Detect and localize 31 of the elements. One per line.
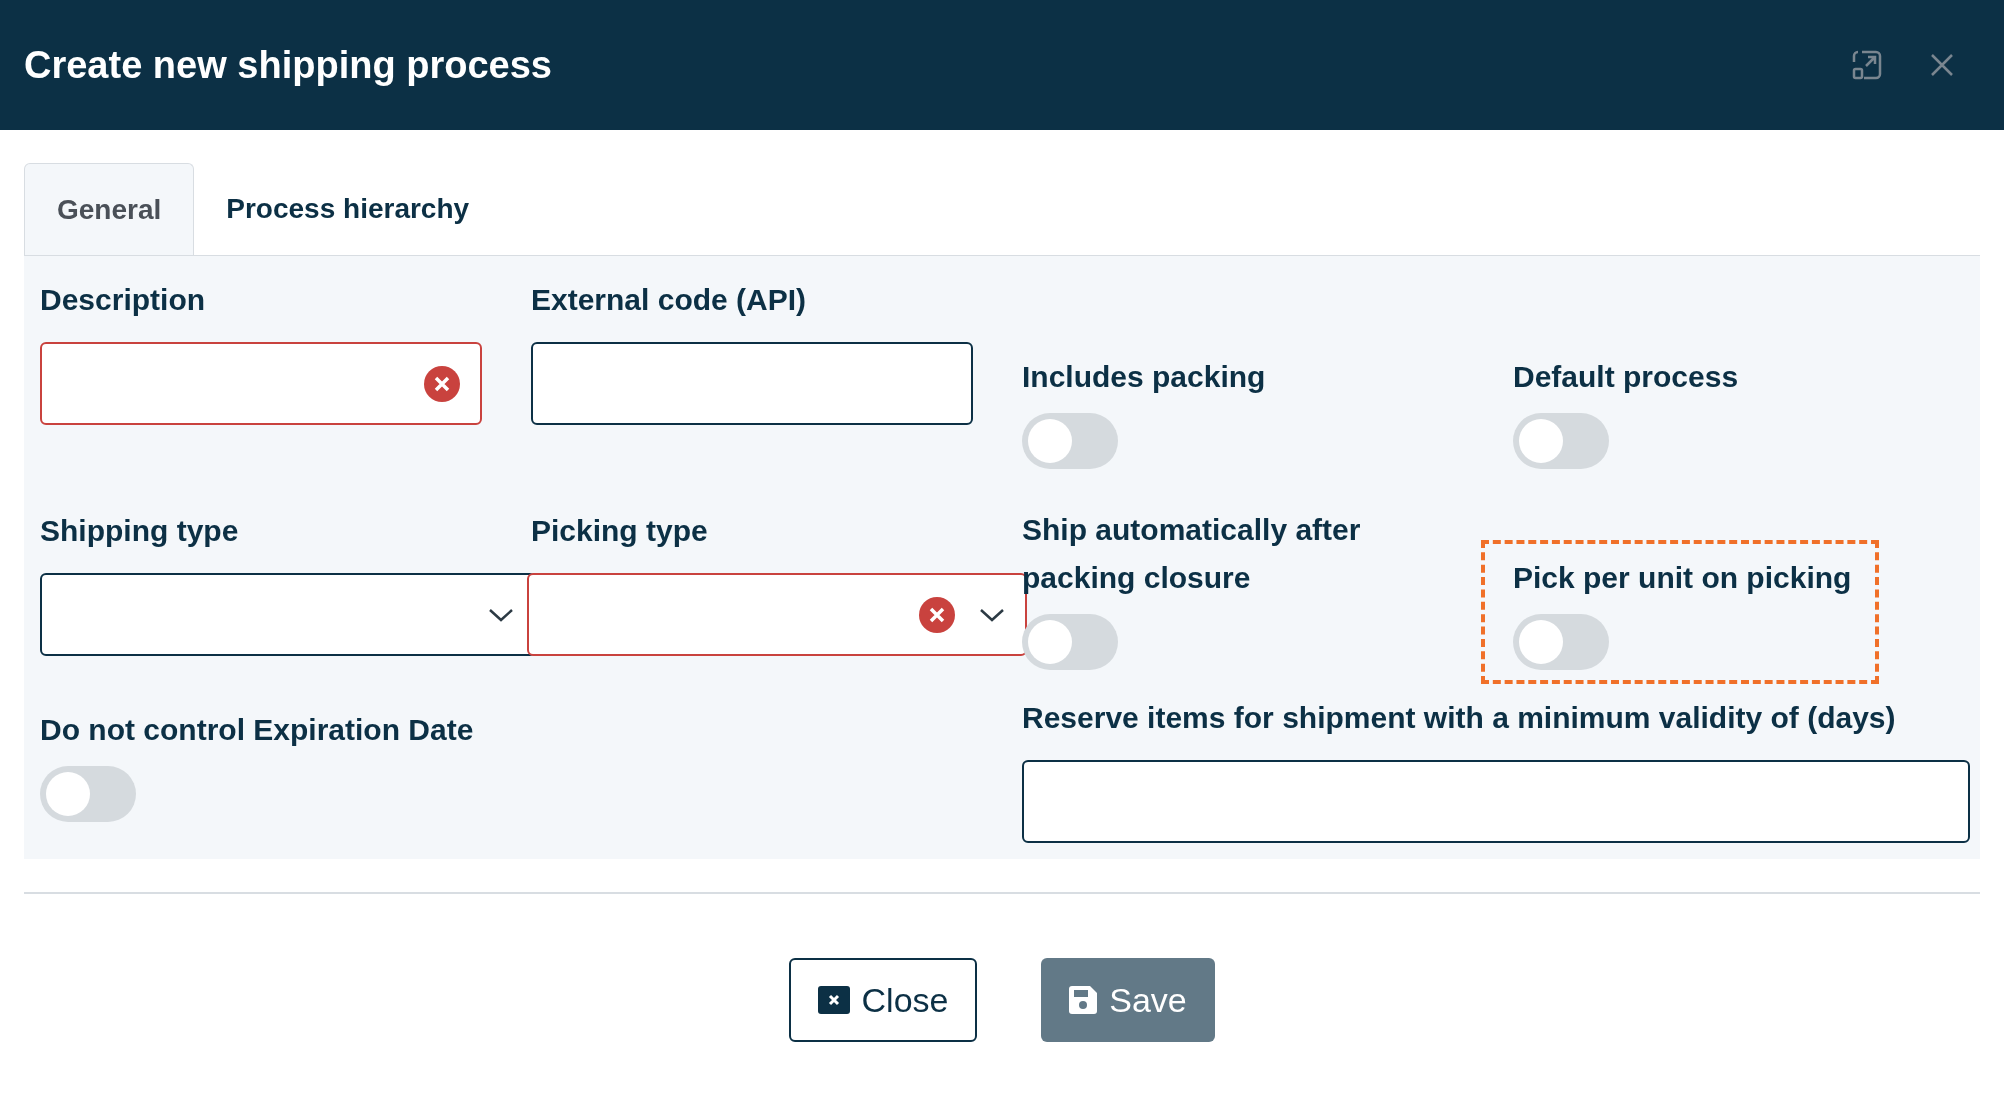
close-button[interactable]: Close: [789, 958, 977, 1042]
window-title: Create new shipping process: [24, 42, 552, 88]
clear-icon[interactable]: [424, 365, 460, 402]
text-field[interactable]: [40, 342, 482, 425]
toggle-switch[interactable]: [1022, 614, 1118, 670]
field-label: Ship automatically after packing closure: [1022, 512, 1362, 596]
toggle-switch[interactable]: [1513, 614, 1609, 670]
text-field[interactable]: [1022, 760, 1970, 843]
toggle-switch[interactable]: [1513, 413, 1609, 469]
field-label: External code (API): [531, 282, 808, 318]
close-icon[interactable]: [1930, 53, 1954, 77]
field-label: Default process: [1513, 359, 1740, 395]
field-label: Picking type: [531, 513, 709, 549]
field-label: Reserve items for shipment with a minimum validity of (days): [1022, 700, 1897, 736]
field-label: Do not control Expiration Date: [40, 712, 475, 748]
field-label: Includes packing: [1022, 359, 1267, 395]
field-label: Description: [40, 282, 207, 318]
save-icon: [1069, 986, 1098, 1014]
toggle-switch[interactable]: [1022, 413, 1118, 469]
chevron-down-icon[interactable]: [488, 606, 514, 623]
close-icon: [817, 986, 850, 1014]
save-button[interactable]: Save: [1041, 958, 1215, 1042]
text-field[interactable]: [531, 342, 973, 425]
tab[interactable]: General: [24, 163, 195, 255]
clear-icon[interactable]: [919, 596, 955, 633]
tab[interactable]: Process hierarchy: [194, 163, 502, 255]
expand-icon[interactable]: [1852, 50, 1882, 80]
field-label: Shipping type: [40, 513, 240, 549]
toggle-switch[interactable]: [40, 766, 136, 822]
field-label: Pick per unit on picking: [1513, 560, 1853, 596]
chevron-down-icon[interactable]: [979, 606, 1005, 623]
